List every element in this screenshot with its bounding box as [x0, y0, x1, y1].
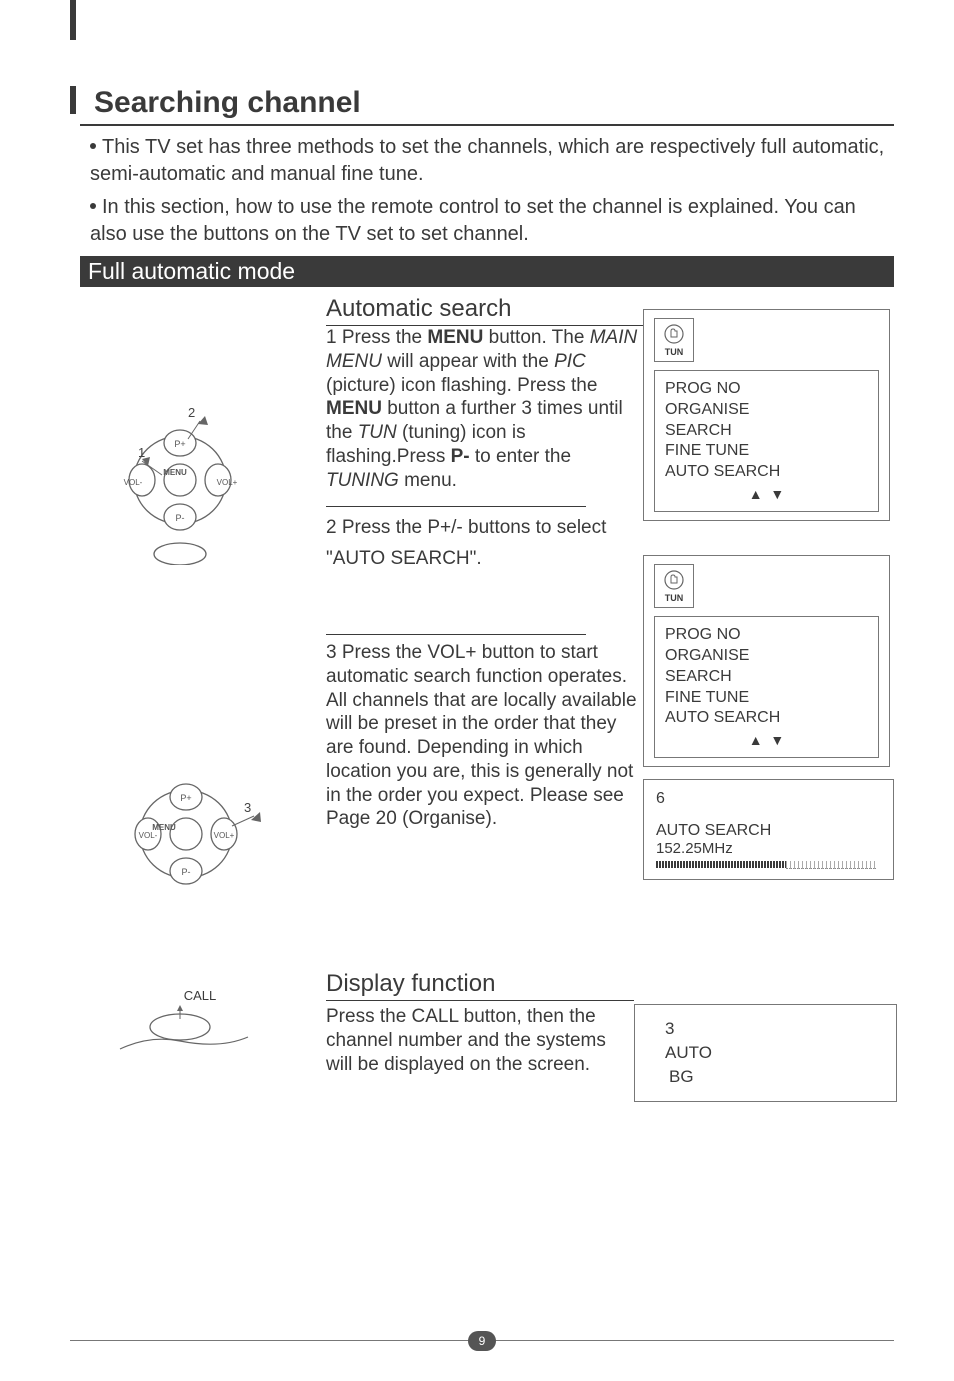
tun-label: TUN: [665, 347, 684, 357]
remote-diagram-call: CALL: [80, 970, 320, 1101]
progress-bar: [656, 861, 881, 869]
svg-text:P+: P+: [180, 793, 191, 803]
svg-text:1: 1: [138, 445, 145, 460]
manual-page: Searching channel This TV set has three …: [0, 0, 954, 1381]
osd-item: FINE TUNE: [665, 688, 868, 709]
heading-mark: [70, 86, 76, 114]
osd-menu-1: PROG NO ORGANISE SEARCH FINE TUNE AUTO S…: [654, 370, 879, 512]
page-footer: 9: [70, 1340, 894, 1351]
arrow-icons: ▲ ▼: [665, 485, 868, 503]
section-band: Full automatic mode: [80, 256, 894, 287]
remote-diagram-2: P+ P- VOL- VOL+ MENU 3: [86, 764, 286, 909]
hand-icon: [663, 569, 685, 591]
tun-icon-box: TUN: [654, 564, 694, 608]
svg-text:MENU: MENU: [152, 823, 176, 832]
osd-item: SEARCH: [665, 667, 868, 688]
osd-item: PROG NO: [665, 379, 868, 400]
display-osd: 3 AUTO BG: [634, 970, 894, 1101]
svg-text:3: 3: [244, 800, 251, 815]
osd-item: AUTO SEARCH: [665, 462, 868, 483]
progress-freq: 152.25MHz: [656, 840, 881, 857]
call-label: CALL: [80, 988, 320, 1003]
title-underline: [80, 124, 894, 126]
remote-svg-2: P+ P- VOL- VOL+ MENU 3: [86, 764, 286, 904]
svg-text:VOL+: VOL+: [217, 478, 238, 487]
osd-column: TUN PROG NO ORGANISE SEARCH FINE TUNE AU…: [643, 295, 894, 880]
page-title: Searching channel: [94, 86, 894, 120]
intro1-text: This TV set has three methods to set the…: [90, 136, 884, 185]
display-function-text: Display function Press the CALL button, …: [326, 970, 634, 1101]
tun-icon-box: TUN: [654, 318, 694, 362]
osd-item: AUTO SEARCH: [665, 708, 868, 729]
progress-label: AUTO SEARCH: [656, 822, 881, 840]
display-osd-box: 3 AUTO BG: [634, 1004, 897, 1101]
step-divider-2: [326, 634, 586, 635]
svg-text:P-: P-: [182, 867, 191, 877]
osd-item: ORGANISE: [665, 646, 868, 667]
osd-item: FINE TUNE: [665, 441, 868, 462]
svg-text:P+: P+: [174, 439, 185, 449]
display-paragraph: Press the CALL button, then the channel …: [326, 1005, 634, 1076]
disp-system: BG: [665, 1065, 878, 1089]
top-mark: [70, 0, 76, 40]
bullet-icon: [90, 143, 96, 149]
display-function-row: CALL Display function Press the CALL but…: [80, 970, 894, 1101]
step-3: 3 Press the VOL+ button to start automat…: [326, 641, 643, 831]
bullet-icon: [90, 203, 96, 209]
disp-mode: AUTO: [665, 1041, 878, 1065]
section-heading-1: Automatic search: [326, 295, 643, 326]
automatic-search-text: Automatic search 1 Press the MENU button…: [326, 295, 643, 880]
intro2-text: In this section, how to use the remote c…: [90, 196, 856, 245]
progress-channel: 6: [656, 790, 881, 808]
svg-text:2: 2: [188, 405, 195, 420]
step-2: 2 Press the P+/- buttons to select "AUTO…: [326, 513, 643, 574]
remote-svg-1: P+ P- VOL- VOL+ MENU 1 2: [80, 395, 280, 565]
remote-svg-call: [80, 1005, 280, 1065]
osd-item: PROG NO: [665, 625, 868, 646]
svg-text:P-: P-: [176, 513, 185, 523]
tun-label: TUN: [665, 593, 684, 603]
step-1: 1 Press the MENU button. The MAIN MENU w…: [326, 326, 643, 492]
arrow-icons: ▲ ▼: [665, 731, 868, 749]
intro-paragraph-1: This TV set has three methods to set the…: [90, 134, 894, 188]
osd-item: SEARCH: [665, 421, 868, 442]
osd-box-2: TUN PROG NO ORGANISE SEARCH FINE TUNE AU…: [643, 555, 890, 767]
intro-paragraph-2: In this section, how to use the remote c…: [90, 194, 894, 248]
osd-progress-box: 6 AUTO SEARCH 152.25MHz: [643, 779, 894, 880]
svg-text:VOL+: VOL+: [214, 831, 235, 840]
step-divider-1: [326, 506, 586, 507]
section-heading-2: Display function: [326, 970, 634, 1001]
osd-menu-2: PROG NO ORGANISE SEARCH FINE TUNE AUTO S…: [654, 616, 879, 758]
svg-text:MENU: MENU: [163, 468, 187, 477]
osd-item: ORGANISE: [665, 400, 868, 421]
page-number: 9: [468, 1331, 496, 1351]
svg-text:VOL-: VOL-: [124, 478, 143, 487]
svg-text:VOL-: VOL-: [139, 831, 158, 840]
hand-icon: [663, 323, 685, 345]
disp-channel: 3: [665, 1017, 878, 1041]
osd-box-1: TUN PROG NO ORGANISE SEARCH FINE TUNE AU…: [643, 309, 890, 521]
